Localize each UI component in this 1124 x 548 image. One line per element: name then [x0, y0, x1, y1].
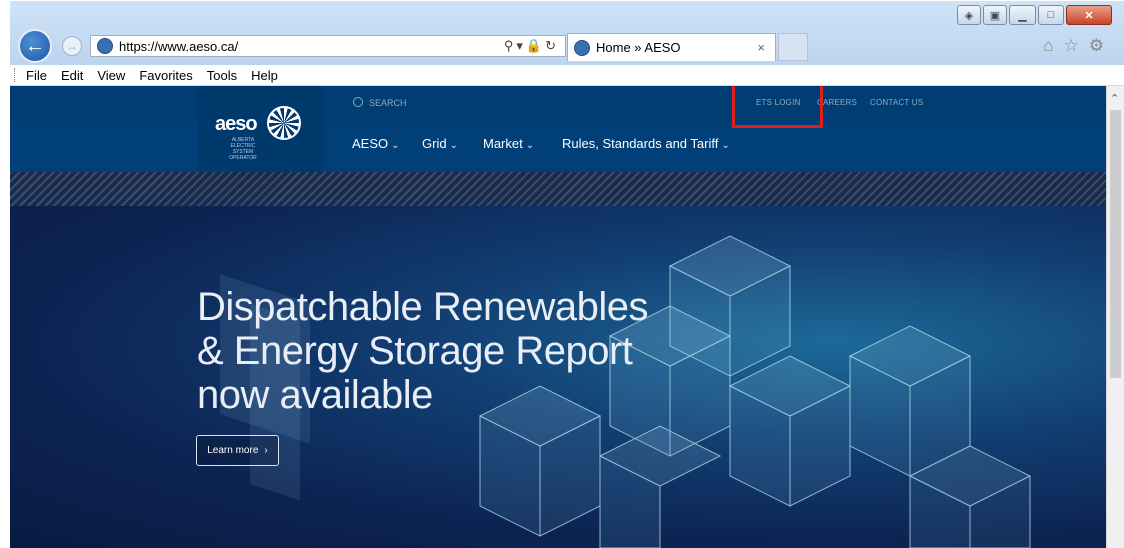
search-icon	[353, 97, 363, 107]
tab-title: Home » AESO	[596, 40, 681, 55]
hero-title: Dispatchable Renewables & Energy Storage…	[197, 285, 649, 417]
nav-item-grid[interactable]: Grid ⌄	[422, 136, 458, 151]
chevron-down-icon: ⌄	[721, 140, 730, 151]
page-viewport: AESO ⌄ Grid ⌄ Market ⌄ Rules, Standards and…	[10, 86, 1106, 548]
site-search[interactable]: SEARCH	[353, 97, 407, 108]
arrow-right-icon: →	[66, 39, 78, 53]
site-favicon-icon	[97, 38, 113, 54]
logo-subtitle: ALBERTA ELECTRIC SYSTEM OPERATOR	[229, 137, 257, 161]
menu-bar: File Edit View Favorites Tools Help	[10, 65, 1124, 86]
logo-swirl-icon	[267, 106, 301, 140]
pin-icon[interactable]: ▣	[983, 5, 1007, 25]
search-refresh-icons[interactable]: ⚲▾🔒↻	[504, 38, 559, 54]
home-icon[interactable]: ⌂	[1043, 36, 1053, 56]
close-icon[interactable]: ✕	[1066, 5, 1112, 25]
learn-more-label: Learn more	[207, 445, 259, 456]
browser-toolbar-icons: ⌂ ☆ ⚙	[1043, 36, 1104, 56]
nav-item-market[interactable]: Market ⌄	[483, 136, 534, 151]
nav-label: Rules, Standards and Tariff	[562, 136, 719, 151]
careers-link[interactable]: CAREERS	[817, 98, 857, 107]
tab-close-icon[interactable]: ×	[757, 40, 765, 55]
scroll-up-arrow-icon[interactable]: ⌃	[1110, 92, 1119, 105]
logo-wordmark: aeso	[215, 113, 258, 135]
tab-favicon-icon	[574, 39, 590, 56]
back-button[interactable]: ←	[18, 29, 52, 63]
search-label: SEARCH	[369, 98, 407, 108]
learn-more-button[interactable]: Learn more ›	[196, 435, 279, 466]
window-controls: ◈ ▣ ▁ □ ✕	[957, 5, 1112, 25]
nav-label: AESO	[352, 136, 389, 151]
hero-banner: Dispatchable Renewables & Energy Storage…	[10, 206, 1106, 548]
url-scheme: https://	[119, 38, 159, 54]
chevron-down-icon: ⌄	[391, 140, 400, 151]
address-bar[interactable]: https://www.aeso.ca/ ⚲▾🔒↻	[90, 35, 566, 57]
contact-us-link[interactable]: CONTACT US	[870, 98, 923, 107]
gear-icon[interactable]: ⚙	[1089, 36, 1104, 56]
site-logo[interactable]: aeso ALBERTA ELECTRIC SYSTEM OPERATOR	[198, 86, 324, 172]
utility-bar	[10, 86, 1106, 121]
highlight-box	[732, 86, 823, 128]
compat-icon[interactable]: ◈	[957, 5, 981, 25]
nav-label: Grid	[422, 136, 447, 151]
tab-home-aeso[interactable]: Home » AESO ×	[567, 33, 776, 61]
menu-file[interactable]: File	[19, 68, 54, 83]
decorative-stripe	[10, 172, 1106, 206]
menu-favorites[interactable]: Favorites	[132, 68, 199, 83]
nav-item-rules[interactable]: Rules, Standards and Tariff ⌄	[562, 136, 730, 151]
chevron-right-icon: ›	[264, 445, 268, 456]
main-nav: AESO ⌄ Grid ⌄ Market ⌄ Rules, Standards and…	[10, 121, 1106, 172]
chevron-down-icon: ⌄	[449, 140, 458, 151]
maximize-icon[interactable]: □	[1038, 5, 1064, 25]
arrow-left-icon: ←	[25, 34, 45, 57]
scroll-thumb[interactable]	[1110, 110, 1121, 378]
nav-label: Market	[483, 136, 523, 151]
chevron-down-icon: ⌄	[525, 140, 535, 151]
forward-button[interactable]: →	[62, 36, 82, 56]
nav-item-aeso[interactable]: AESO ⌄	[352, 136, 400, 151]
menu-view[interactable]: View	[90, 68, 132, 83]
menu-tools[interactable]: Tools	[200, 68, 244, 83]
minimize-icon[interactable]: ▁	[1009, 5, 1036, 25]
menu-edit[interactable]: Edit	[54, 68, 90, 83]
vertical-scrollbar[interactable]: ⌃	[1106, 86, 1124, 548]
new-tab-button[interactable]	[778, 33, 808, 61]
star-icon[interactable]: ☆	[1064, 36, 1079, 56]
menu-help[interactable]: Help	[244, 68, 285, 83]
url-host: www.aeso.ca/	[158, 38, 239, 54]
